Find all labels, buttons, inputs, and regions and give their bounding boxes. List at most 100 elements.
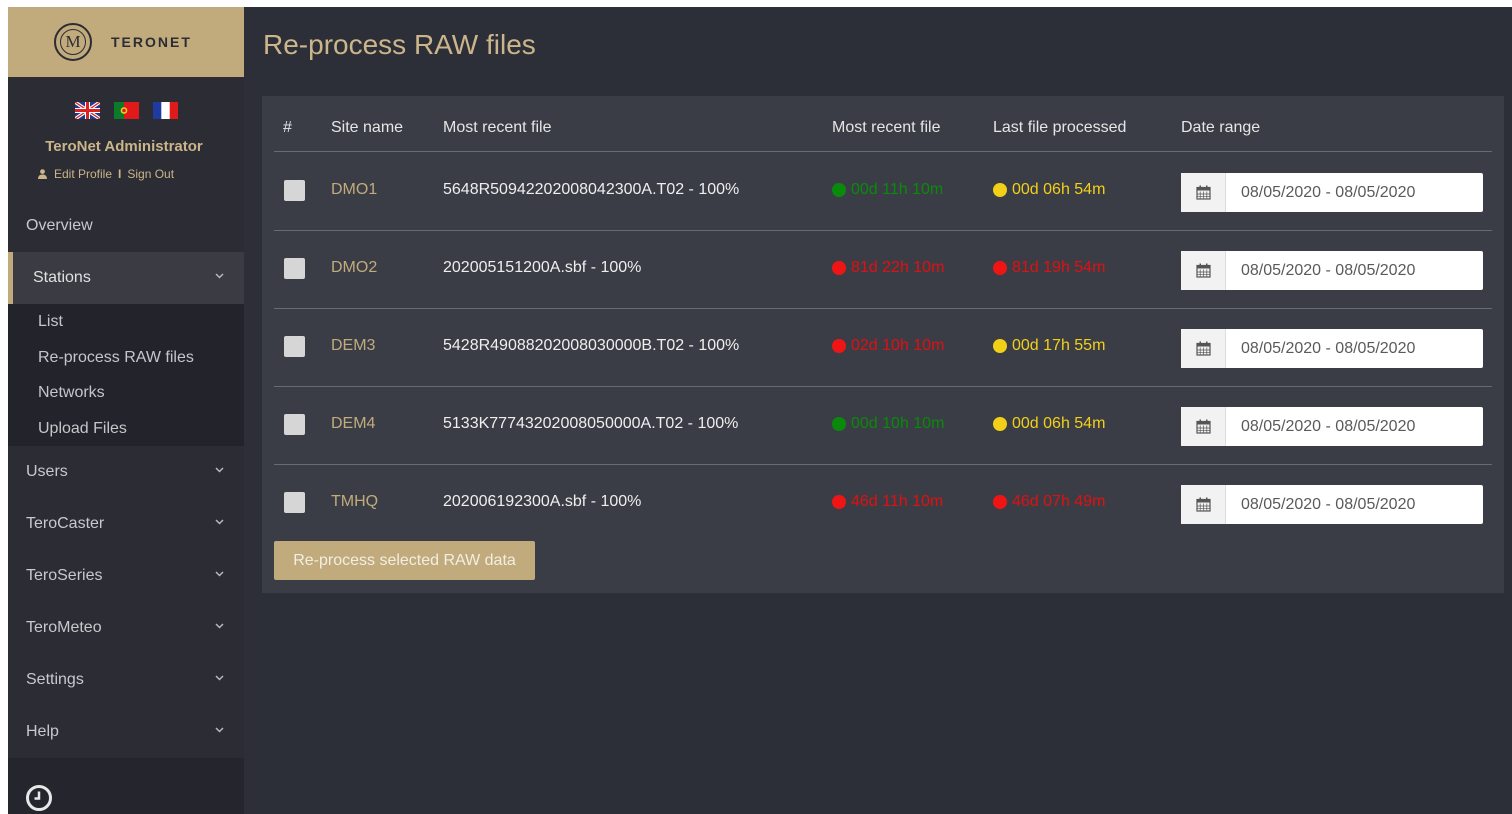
- chevron-down-icon: [215, 519, 224, 525]
- recent-file-age: 46d 11h 10m: [851, 493, 944, 510]
- column-header-most-recent-file-age: Most recent file: [832, 119, 941, 136]
- column-header-date-range: Date range: [1181, 119, 1261, 136]
- recent-file-age: 00d 10h 10m: [851, 415, 945, 432]
- brand-header[interactable]: M TERONET: [8, 7, 244, 77]
- calendar-button[interactable]: [1181, 485, 1226, 524]
- app-window: M TERONET TeroNet Administrator Edit Pro…: [8, 7, 1512, 814]
- status-dot-icon: [993, 495, 1007, 509]
- last-processed-status: 46d 07h 49m: [993, 493, 1105, 511]
- recent-file-age: 81d 22h 10m: [851, 259, 945, 276]
- nav-label: Settings: [26, 671, 84, 688]
- recent-file-status: 02d 10h 10m: [832, 337, 944, 355]
- last-processed-age: 00d 17h 55m: [1012, 337, 1106, 354]
- nav-overview[interactable]: Overview: [8, 200, 244, 252]
- date-range-picker: [1181, 485, 1483, 524]
- subnav-upload-files[interactable]: Upload Files: [8, 411, 244, 447]
- nav-teroseries[interactable]: TeroSeries: [8, 550, 244, 602]
- last-processed-status: 00d 06h 54m: [993, 181, 1105, 199]
- most-recent-file: 202005151200A.sbf - 100%: [443, 259, 642, 276]
- subnav-list[interactable]: List: [8, 304, 244, 340]
- nav-users[interactable]: Users: [8, 446, 244, 498]
- user-icon: [38, 169, 47, 179]
- last-processed-age: 81d 19h 54m: [1012, 259, 1106, 276]
- nav-help[interactable]: Help: [8, 706, 244, 758]
- nav-terometeo[interactable]: TeroMeteo: [8, 602, 244, 654]
- row-checkbox[interactable]: [284, 414, 305, 435]
- calendar-icon: [1195, 185, 1211, 200]
- stations-submenu: List Re-process RAW files Networks Uploa…: [8, 304, 244, 446]
- site-name-link[interactable]: DMO2: [331, 259, 377, 277]
- last-processed-age: 46d 07h 49m: [1012, 493, 1106, 510]
- chevron-down-icon: [215, 273, 224, 279]
- date-range-input[interactable]: [1226, 485, 1483, 524]
- date-range-picker: [1181, 407, 1483, 446]
- nav-stations[interactable]: Stations: [8, 252, 244, 304]
- recent-file-status: 46d 11h 10m: [832, 493, 943, 511]
- nav-label: Help: [26, 723, 59, 740]
- recent-file-status: 00d 10h 10m: [832, 415, 944, 433]
- status-dot-icon: [832, 183, 846, 197]
- status-dot-icon: [832, 339, 846, 353]
- row-checkbox[interactable]: [284, 336, 305, 357]
- edit-profile-link[interactable]: Edit Profile: [54, 167, 112, 181]
- calendar-icon: [1195, 497, 1211, 512]
- most-recent-file: 5133K77743202008050000A.T02 - 100%: [443, 415, 739, 432]
- calendar-button[interactable]: [1181, 329, 1226, 368]
- last-processed-status: 81d 19h 54m: [993, 259, 1105, 277]
- nav-label: TeroCaster: [26, 515, 105, 532]
- nav-label: TeroMeteo: [26, 619, 102, 636]
- france-flag-icon[interactable]: [153, 102, 178, 119]
- row-checkbox[interactable]: [284, 180, 305, 201]
- calendar-button[interactable]: [1181, 173, 1226, 212]
- logo-icon: M: [54, 23, 92, 61]
- sign-out-link[interactable]: Sign Out: [127, 167, 174, 181]
- table-row: DMO1 5648R50942202008042300A.T02 - 100% …: [274, 153, 1492, 231]
- clock-icon[interactable]: [25, 784, 53, 812]
- most-recent-file: 5648R50942202008042300A.T02 - 100%: [443, 181, 740, 198]
- last-processed-status: 00d 06h 54m: [993, 415, 1105, 433]
- row-checkbox[interactable]: [284, 492, 305, 513]
- recent-file-age: 00d 11h 10m: [851, 181, 944, 198]
- most-recent-file: 5428R49088202008030000B.T02 - 100%: [443, 337, 740, 354]
- date-range-input[interactable]: [1226, 251, 1483, 290]
- subnav-networks[interactable]: Networks: [8, 375, 244, 411]
- status-dot-icon: [832, 261, 846, 275]
- user-links: Edit Profile I Sign Out: [38, 167, 174, 181]
- date-range-input[interactable]: [1226, 173, 1483, 212]
- date-range-input[interactable]: [1226, 407, 1483, 446]
- sidebar: M TERONET TeroNet Administrator Edit Pro…: [8, 7, 244, 814]
- nav-settings[interactable]: Settings: [8, 654, 244, 706]
- chevron-down-icon: [215, 727, 224, 733]
- table-row: DEM4 5133K77743202008050000A.T02 - 100% …: [274, 387, 1492, 465]
- calendar-icon: [1195, 263, 1211, 278]
- nav-label: Users: [26, 463, 68, 480]
- column-header-site-name: Site name: [331, 119, 404, 136]
- nav-label: Overview: [26, 217, 93, 234]
- site-name-link[interactable]: DEM4: [331, 415, 375, 433]
- chevron-down-icon: [215, 571, 224, 577]
- table-row: DEM3 5428R49088202008030000B.T02 - 100% …: [274, 309, 1492, 387]
- site-name-link[interactable]: TMHQ: [331, 493, 378, 511]
- recent-file-age: 02d 10h 10m: [851, 337, 945, 354]
- date-range-input[interactable]: [1226, 329, 1483, 368]
- logo-letter: M: [60, 29, 86, 55]
- subnav-reprocess-raw-files[interactable]: Re-process RAW files: [8, 340, 244, 376]
- chevron-down-icon: [215, 623, 224, 629]
- status-dot-icon: [832, 495, 846, 509]
- calendar-button[interactable]: [1181, 407, 1226, 446]
- column-header-last-file-processed: Last file processed: [993, 119, 1127, 136]
- portugal-flag-icon[interactable]: [114, 102, 139, 119]
- row-checkbox[interactable]: [284, 258, 305, 279]
- recent-file-status: 81d 22h 10m: [832, 259, 944, 277]
- date-range-picker: [1181, 173, 1483, 212]
- uk-flag-icon[interactable]: [75, 102, 100, 119]
- sidebar-footer: [8, 758, 244, 814]
- status-dot-icon: [993, 183, 1007, 197]
- site-name-link[interactable]: DEM3: [331, 337, 375, 355]
- reprocess-selected-button[interactable]: Re-process selected RAW data: [274, 541, 535, 580]
- table-header: # Site name Most recent file Most recent…: [274, 112, 1492, 152]
- most-recent-file: 202006192300A.sbf - 100%: [443, 493, 642, 510]
- calendar-button[interactable]: [1181, 251, 1226, 290]
- site-name-link[interactable]: DMO1: [331, 181, 377, 199]
- nav-terocaster[interactable]: TeroCaster: [8, 498, 244, 550]
